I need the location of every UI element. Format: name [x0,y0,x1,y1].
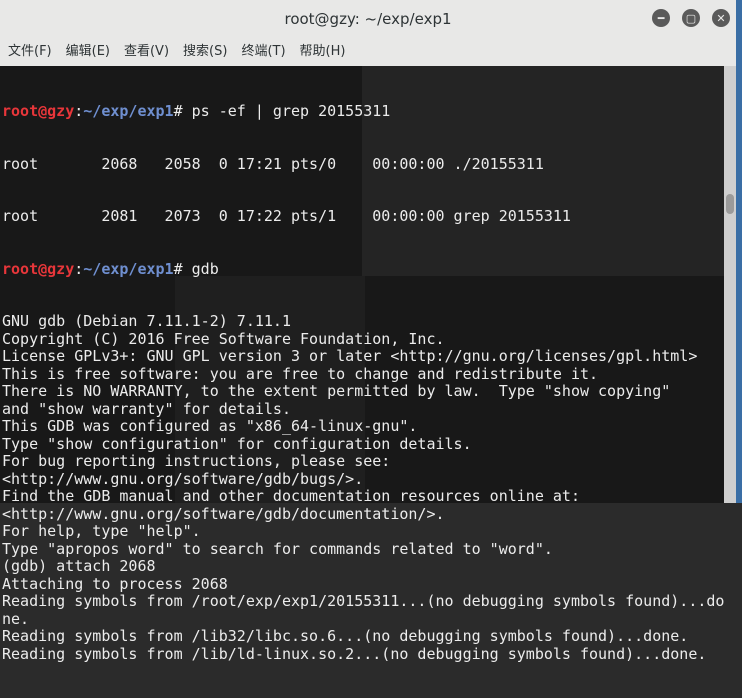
menu-bar: 文件(F) 编辑(E) 查看(V) 搜索(S) 终端(T) 帮助(H) [0,38,736,66]
output-line: <http://www.gnu.org/software/gdb/bugs/>. [2,469,364,488]
output-line: root 2068 2058 0 17:21 pts/0 00:00:00 ./… [2,154,544,173]
minimize-icon[interactable]: ━ [652,9,670,27]
output-line: Attaching to process 2068 [2,574,228,593]
output-line: <http://www.gnu.org/software/gdb/documen… [2,504,445,523]
menu-edit[interactable]: 编辑(E) [66,44,110,60]
output-line: For bug reporting instructions, please s… [2,452,391,470]
output-line: root 2081 2073 0 17:22 pts/1 00:00:00 gr… [2,207,571,225]
output-line: This is free software: you are free to c… [2,364,599,383]
menu-help[interactable]: 帮助(H) [300,44,346,60]
output-line: (gdb) attach 2068 [2,557,156,575]
scrollbar-thumb[interactable] [726,194,734,214]
output-line: There is NO WARRANTY, to the extent perm… [2,382,671,400]
terminal-window: root@gzy: ~/exp/exp1 ━ ▢ ✕ 文件(F) 编辑(E) 查… [0,0,736,662]
terminal-scrollbar[interactable] [724,66,736,503]
window-title: root@gzy: ~/exp/exp1 [284,10,452,28]
output-line: ne. [2,609,30,628]
output-line: GNU gdb (Debian 7.11.1-2) 7.11.1 [2,312,291,330]
desktop-background [736,0,742,503]
prompt-line: root@gzy:~/exp/exp1# gdb [2,259,219,278]
output-line: License GPLv3+: GNU GPL version 3 or lat… [2,347,698,365]
output-line: For help, type "help". [2,522,201,540]
output-line: Reading symbols from /lib32/libc.so.6...… [2,627,689,645]
command: ps -ef | grep 20155311 [191,102,391,120]
prompt-line: root@gzy:~/exp/exp1# ps -ef | grep 20155… [2,102,391,120]
output-line: Reading symbols from /root/exp/exp1/2015… [2,592,725,610]
terminal-output[interactable]: root@gzy:~/exp/exp1# ps -ef | grep 20155… [0,66,724,662]
output-line: and "show warranty" for details. [2,399,291,418]
maximize-icon[interactable]: ▢ [682,9,700,27]
output-line: Copyright (C) 2016 Free Software Foundat… [2,329,445,348]
output-line: This GDB was configured as "x86_64-linux… [2,417,418,435]
output-line: Type "apropos word" to search for comman… [2,539,553,558]
menu-terminal[interactable]: 终端(T) [241,44,285,60]
close-icon[interactable]: ✕ [712,9,730,27]
title-bar[interactable]: root@gzy: ~/exp/exp1 ━ ▢ ✕ [0,0,736,38]
menu-file[interactable]: 文件(F) [8,44,52,60]
command: gdb [191,259,219,278]
menu-view[interactable]: 查看(V) [124,44,169,60]
output-line: Type "show configuration" for configurat… [2,434,472,453]
output-line: Reading symbols from /lib/ld-linux.so.2.… [2,644,707,663]
menu-search[interactable]: 搜索(S) [183,44,227,60]
